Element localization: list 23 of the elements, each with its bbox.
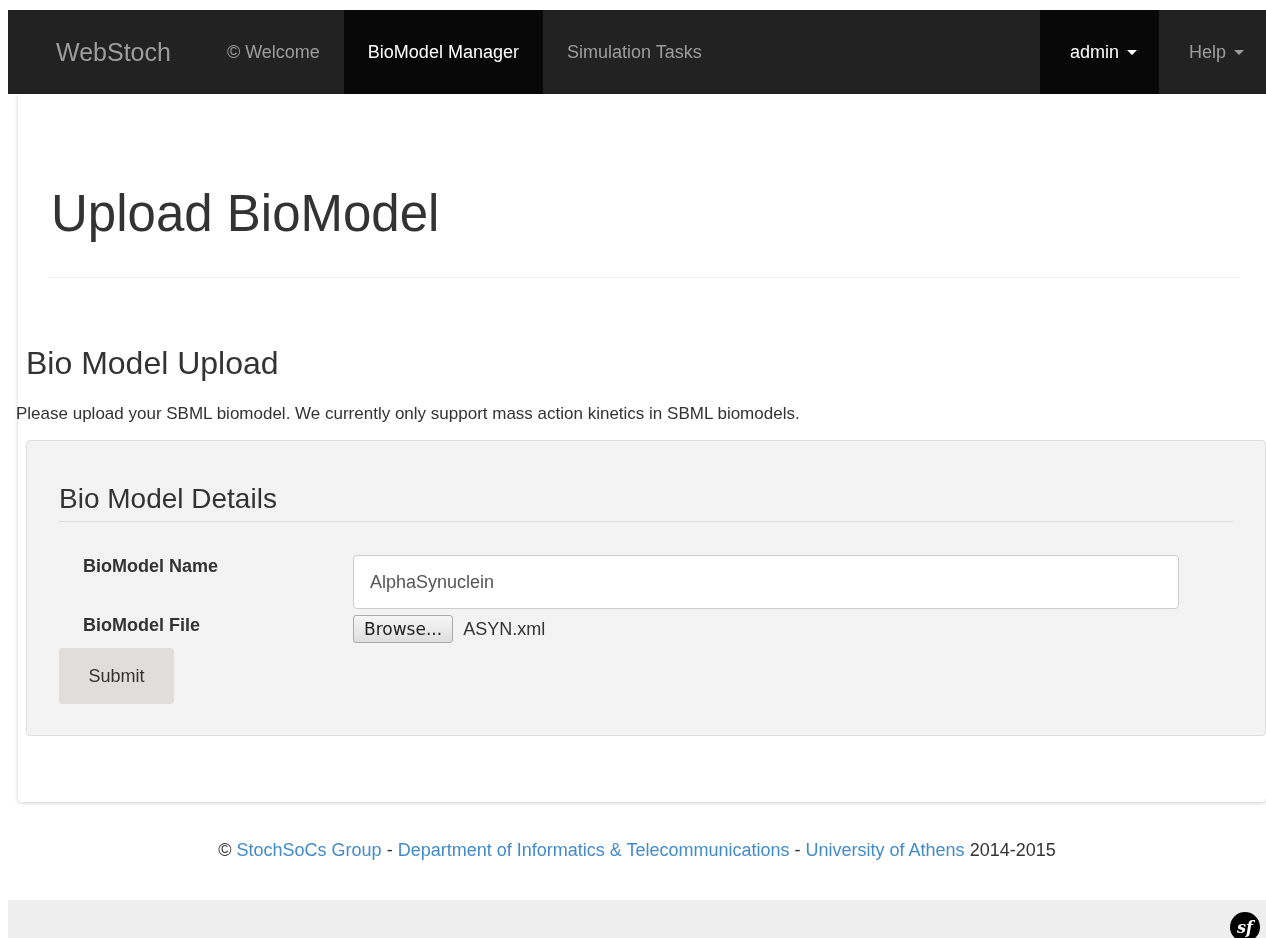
dropdown-menu[interactable]: Help bbox=[1158, 10, 1266, 94]
dropdown-menu[interactable]: admin bbox=[1039, 10, 1159, 94]
submit-button[interactable]: Submit bbox=[59, 648, 174, 704]
footer-text: © StochSoCs Group - Department of Informatics & Telecommunications - University of Athens 2014-2015 bbox=[217, 840, 1057, 861]
input-field[interactable]: AlphaSynuclein bbox=[353, 555, 1179, 609]
footer-link[interactable]: Department of Informatics & Telecommunications bbox=[397, 840, 790, 860]
caret-icon bbox=[1234, 49, 1244, 55]
field-label: BioModel Name bbox=[82, 556, 220, 577]
field-label: BioModel File bbox=[82, 615, 201, 636]
logo-icon[interactable]: sf bbox=[1230, 912, 1260, 938]
nav-link[interactable]: BioModel Manager bbox=[343, 10, 543, 94]
section-title: Bio Model Upload bbox=[26, 345, 280, 382]
file-name: ASYN.xml bbox=[463, 618, 546, 640]
nav-link[interactable]: © Welcome bbox=[202, 10, 344, 94]
nav-link[interactable]: Simulation Tasks bbox=[542, 10, 726, 94]
brand-link[interactable]: WebStoch bbox=[8, 10, 203, 94]
page-title: Upload BioModel bbox=[51, 184, 441, 243]
caret-icon bbox=[1126, 49, 1137, 55]
footer-link[interactable]: University of Athens bbox=[805, 840, 965, 860]
description: Please upload your SBML biomodel. We currently only support mass action kinetics in SBML biomodels. bbox=[16, 404, 801, 424]
footer-link[interactable]: StochSoCs Group bbox=[236, 840, 382, 860]
form-legend: Bio Model Details bbox=[59, 483, 1233, 522]
browse-button[interactable]: Browse... bbox=[353, 615, 454, 643]
